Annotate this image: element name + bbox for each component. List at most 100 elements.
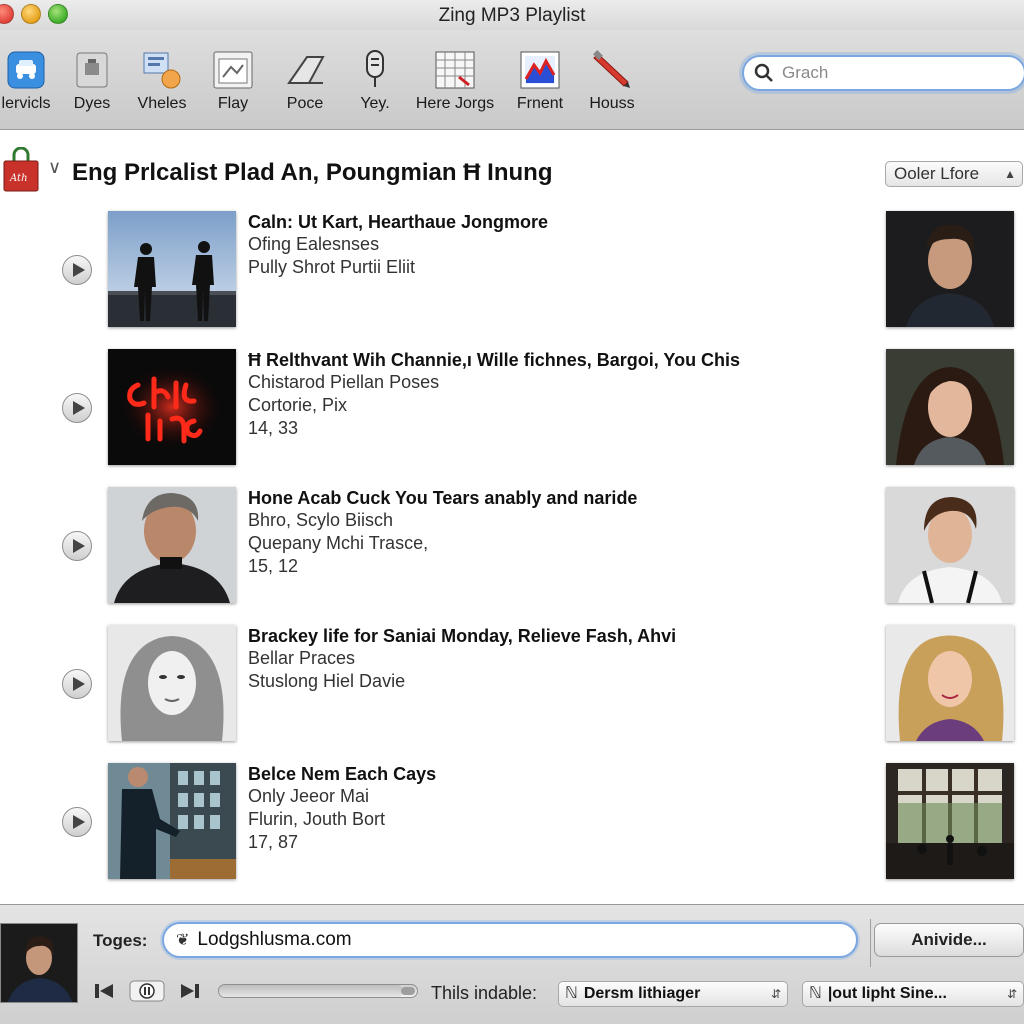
- window-title: Zing MP3 Playlist: [438, 5, 586, 26]
- previous-button[interactable]: [92, 979, 116, 1003]
- pause-icon: [129, 980, 165, 1002]
- track-album: Pully Shrot Purtii Eliit: [248, 257, 416, 277]
- track-info: Hone Acab Cuck You Tears anably and nari…: [248, 487, 868, 578]
- toolbar-item-poce[interactable]: Poce: [265, 50, 345, 113]
- chart-icon: [520, 50, 560, 90]
- track-duration: 17, 87: [248, 832, 299, 852]
- font-icon: ℕ: [565, 985, 578, 1002]
- spreadsheet-icon: [435, 50, 475, 90]
- updown-arrows-icon: ⇵: [1006, 987, 1017, 1001]
- search-icon: [754, 63, 773, 82]
- track-artist: Bhro, Scylo Biisch: [248, 510, 394, 530]
- toolbar-item-dyes[interactable]: Dyes: [52, 50, 132, 113]
- track-row[interactable]: Brackey life for Saniai Monday, Relieve …: [0, 625, 1024, 743]
- dropdown-secondary[interactable]: ℕ |out lipht Sine... ⇵: [802, 981, 1024, 1007]
- bottom-bar: Toges: ❦ Anivide... Thils indable: ℕ Ders…: [0, 904, 1024, 1024]
- playlist-header: Ath ∨ Eng Prlcalist Plad An, Poungmian Ħ…: [0, 145, 1024, 195]
- track-row[interactable]: Hone Acab Cuck You Tears anably and nari…: [0, 487, 1024, 605]
- track-title[interactable]: Brackey life for Saniai Monday, Relieve …: [248, 625, 868, 647]
- track-album: Cortorie, Pix: [248, 395, 348, 415]
- progress-slider[interactable]: [218, 984, 418, 998]
- pen-shape-icon: [285, 50, 325, 90]
- track-artist: Only Jeeor Mai: [248, 786, 370, 806]
- toolbar-item-yey[interactable]: Yey.: [335, 50, 415, 113]
- album-cover: [108, 487, 236, 603]
- playlist-title: Eng Prlcalist Plad An, Poungmian Ħ Inung: [72, 159, 553, 186]
- toolbar-item-label: Vheles: [137, 95, 187, 112]
- track-info: Belce Nem Each Cays Only Jeeor Mai Fluri…: [248, 763, 868, 854]
- updown-arrows-icon: ▲: [1004, 167, 1016, 181]
- play-button[interactable]: [62, 393, 92, 423]
- track-title[interactable]: Caln: Ut Kart, Hearthaue Jongmore: [248, 211, 868, 233]
- search-field[interactable]: [742, 55, 1024, 91]
- track-artist: Chistarod Piellan Poses: [248, 372, 440, 392]
- dropdown-primary-value: Dersm lithiager: [583, 985, 701, 1002]
- shopping-bag-icon: Ath: [2, 146, 40, 193]
- picture-frame-icon: [213, 50, 253, 90]
- track-title[interactable]: Hone Acab Cuck You Tears anably and nari…: [248, 487, 868, 509]
- box-icon: [72, 50, 112, 90]
- track-album: Stuslong Hiel Davie: [248, 671, 406, 691]
- url-field[interactable]: ❦: [162, 922, 858, 958]
- play-icon: [72, 539, 85, 553]
- toolbar-item-houss[interactable]: Houss: [572, 50, 652, 113]
- now-playing-thumbnail[interactable]: [0, 923, 78, 1003]
- play-button[interactable]: [62, 669, 92, 699]
- track-row[interactable]: Ħ Relthvant Wih Channie,ı Wille fichnes,…: [0, 349, 1024, 467]
- pencil-icon: [592, 50, 632, 90]
- track-artist: Ofing Ealesnses: [248, 234, 380, 254]
- toolbar-item-label: Frnent: [516, 95, 564, 112]
- toolbar-item-here-jorgs[interactable]: Here Jorgs: [415, 50, 495, 113]
- artist-photo: [886, 211, 1014, 327]
- toolbar-item-label: Flay: [217, 95, 249, 112]
- title-bar: Zing MP3 Playlist: [0, 0, 1024, 30]
- artist-photo: [886, 487, 1014, 603]
- url-label: Toges:: [93, 931, 148, 950]
- track-row[interactable]: Caln: Ut Kart, Hearthaue Jongmore Ofing …: [0, 211, 1024, 329]
- track-album: Quepany Mchi Trasce,: [248, 533, 429, 553]
- pause-button[interactable]: [128, 979, 166, 1003]
- artist-photo: [886, 349, 1014, 465]
- progress-knob[interactable]: [401, 987, 415, 995]
- play-button[interactable]: [62, 531, 92, 561]
- next-button[interactable]: [178, 979, 202, 1003]
- play-button[interactable]: [62, 255, 92, 285]
- search-input[interactable]: [782, 63, 1002, 83]
- toolbar-item-label: Houss: [589, 95, 635, 112]
- car-icon: [6, 50, 46, 90]
- track-album: Flurin, Jouth Bort: [248, 809, 386, 829]
- chevron-down-icon[interactable]: ∨: [48, 157, 61, 178]
- dropdown-secondary-value: |out lipht Sine...: [827, 985, 947, 1002]
- artist-photo: [886, 625, 1014, 741]
- url-input[interactable]: [197, 929, 798, 951]
- font-icon: ℕ: [809, 985, 822, 1002]
- action-button[interactable]: Anivide...: [874, 923, 1024, 957]
- track-row[interactable]: Belce Nem Each Cays Only Jeeor Mai Fluri…: [0, 763, 1024, 881]
- track-duration: 14, 33: [248, 418, 299, 438]
- previous-track-icon: [95, 984, 113, 998]
- track-duration: 15, 12: [248, 556, 299, 576]
- updown-arrows-icon: ⇵: [770, 987, 781, 1001]
- playlist-view: Ath ∨ Eng Prlcalist Plad An, Poungmian Ħ…: [0, 131, 1024, 901]
- sort-dropdown[interactable]: Ooler Lfore ▲: [885, 161, 1023, 187]
- next-track-icon: [181, 984, 199, 998]
- play-icon: [72, 263, 85, 277]
- track-info: Ħ Relthvant Wih Channie,ı Wille fichnes,…: [248, 349, 868, 440]
- toolbar-item-label: Dyes: [73, 95, 111, 112]
- track-title[interactable]: Belce Nem Each Cays: [248, 763, 868, 785]
- play-icon: [72, 401, 85, 415]
- track-info: Brackey life for Saniai Monday, Relieve …: [248, 625, 868, 693]
- artist-photo: [886, 763, 1014, 879]
- track-info: Caln: Ut Kart, Hearthaue Jongmore Ofing …: [248, 211, 868, 279]
- meta-label: Thils indable:: [431, 983, 538, 1003]
- sort-dropdown-label: Ooler Lfore: [894, 164, 980, 183]
- play-button[interactable]: [62, 807, 92, 837]
- track-artist: Bellar Praces: [248, 648, 356, 668]
- toolbar-item-vheles[interactable]: Vheles: [122, 50, 202, 113]
- play-icon: [72, 677, 85, 691]
- track-title[interactable]: Ħ Relthvant Wih Channie,ı Wille fichnes,…: [248, 349, 868, 371]
- toolbar-item-frnent[interactable]: Frnent: [500, 50, 580, 113]
- toolbar-item-flay[interactable]: Flay: [193, 50, 273, 113]
- dropdown-primary[interactable]: ℕ Dersm lithiager ⇵: [558, 981, 788, 1007]
- toolbar-item-label: Poce: [286, 95, 324, 112]
